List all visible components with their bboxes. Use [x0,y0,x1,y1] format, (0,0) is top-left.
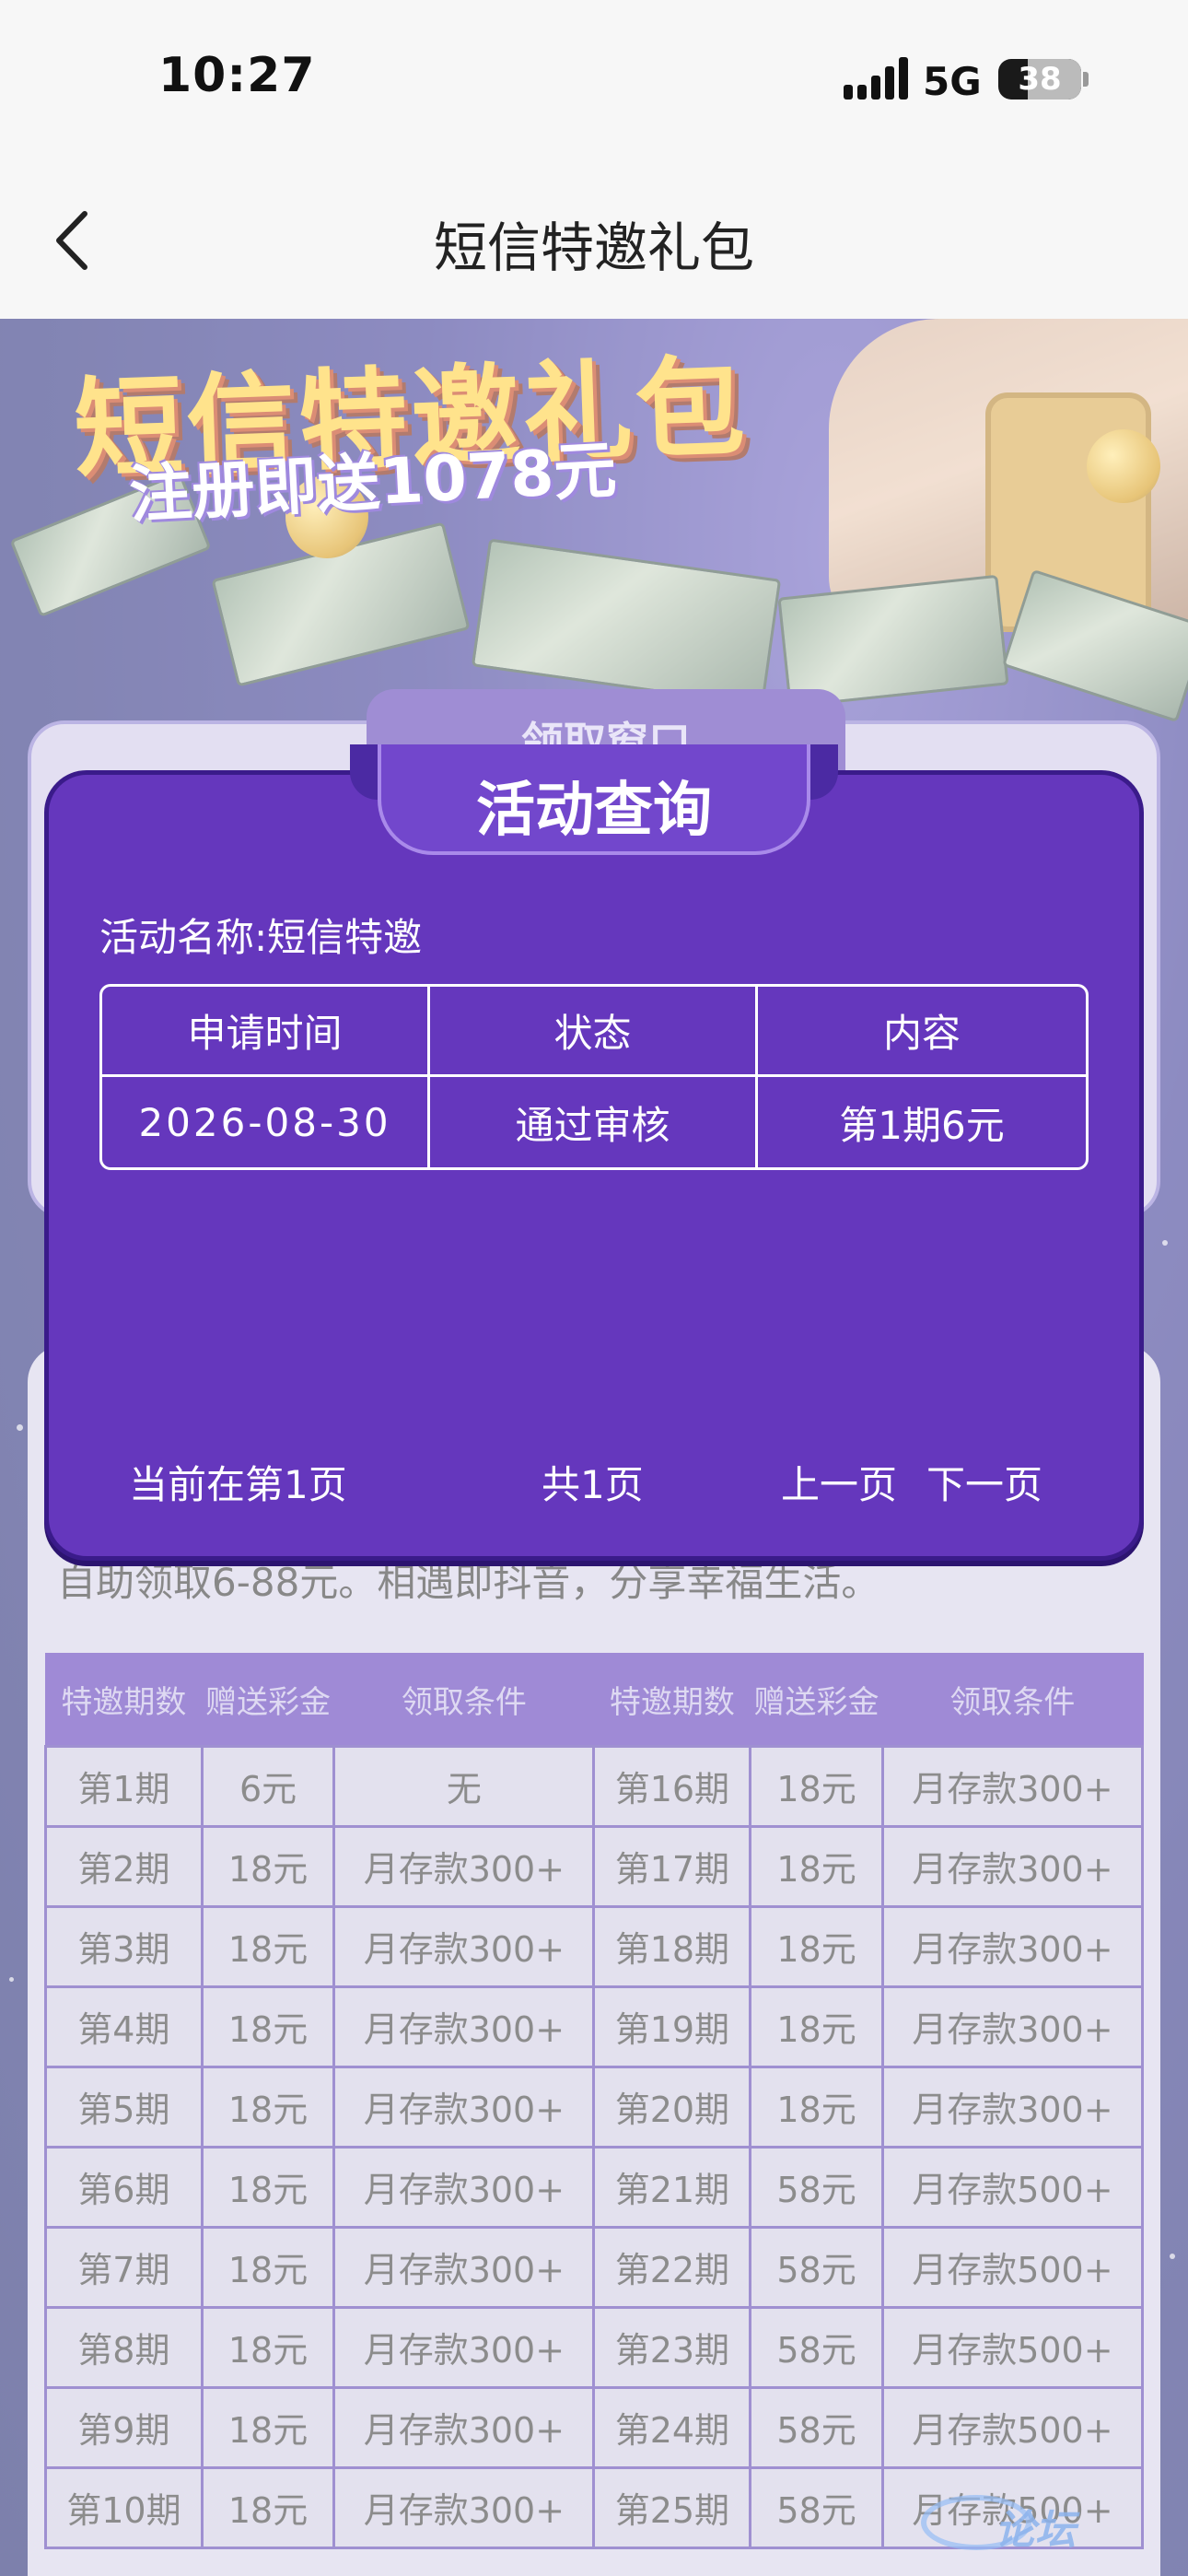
battery-cap [1083,72,1089,87]
activity-name: 活动名称:短信特邀 [99,915,423,960]
signal-strength-icon [844,57,908,100]
query-results-table: 申请时间 状态 内容 2026-08-30 通过审核 第1期6元 [99,984,1089,1170]
total-pages-label: 共1页 [542,1462,644,1507]
status-cell: 通过审核 [430,1077,758,1167]
battery-level: 38 [1018,61,1062,98]
next-page-button[interactable]: 下一页 [926,1454,1042,1510]
status-time: 10:27 [158,48,316,103]
battery-icon: 38 [998,59,1081,100]
status-bar: 10:27 5G 38 [0,0,1188,157]
content-cell: 第1期6元 [839,1102,1005,1148]
pagination: 当前在第1页 共1页 上一页 下一页 [44,1454,1144,1518]
header-cell: 状态 [430,987,758,1077]
current-page-label: 当前在第1页 [129,1462,347,1507]
modal-title: 活动查询 [476,777,712,845]
prev-page-button[interactable]: 上一页 [781,1454,897,1510]
network-type: 5G [923,59,982,104]
page-title: 短信特邀礼包 [433,217,754,279]
header-cell: 申请时间 [102,987,430,1077]
apply-date-cell: 2026-08-30 [102,1077,430,1167]
table-row: 2026-08-30 通过审核 第1期6元 [102,1077,1086,1167]
nav-bar: 短信特邀礼包 [0,157,1188,319]
header-cell: 内容 [758,987,1086,1077]
query-table-header: 申请时间 状态 内容 [102,987,1086,1077]
